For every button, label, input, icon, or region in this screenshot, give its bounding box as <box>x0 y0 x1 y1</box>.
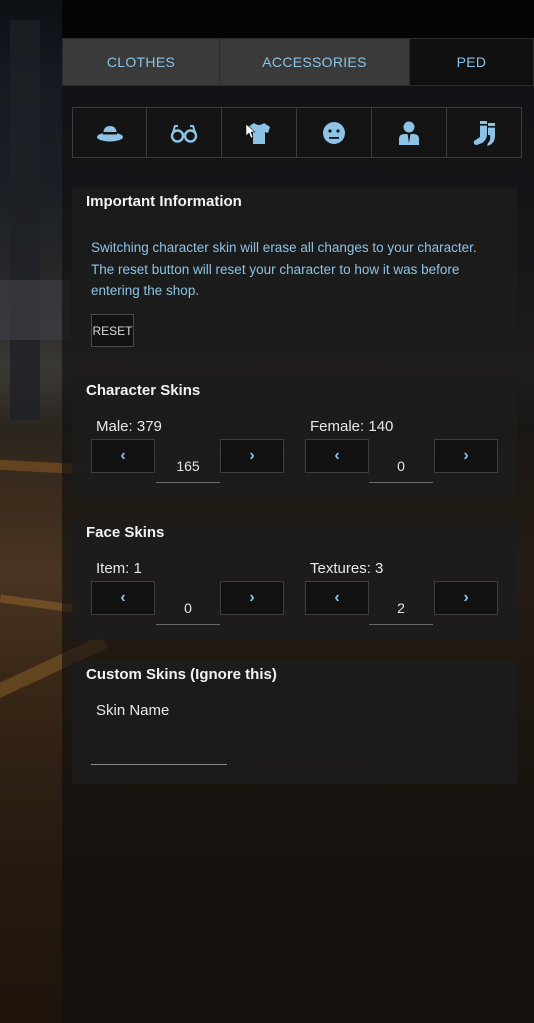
custom-skins-title: Custom Skins (Ignore this) <box>86 666 277 683</box>
item-next-button[interactable]: › <box>220 581 284 615</box>
tab-clothes[interactable]: CLOTHES <box>62 38 220 86</box>
textures-value: 2 <box>369 591 433 625</box>
male-value: 165 <box>156 449 220 483</box>
background-railing <box>0 280 70 340</box>
face-skins-section: Face Skins Item: 1 ‹ 0 › Textures: 3 ‹ 2… <box>72 519 517 640</box>
reset-button[interactable]: RESET <box>91 314 134 347</box>
male-label: Male: 379 <box>96 418 162 435</box>
hat-icon <box>96 125 123 141</box>
info-text: Switching character skin will erase all … <box>91 240 477 298</box>
skin-name-label: Skin Name <box>96 702 170 719</box>
info-section: Important Information Switching characte… <box>72 187 517 357</box>
female-prev-button[interactable]: ‹ <box>305 439 369 473</box>
shirt-button[interactable] <box>222 107 297 158</box>
character-skins-section: Character Skins Male: 379 ‹ 165 › Female… <box>72 377 517 498</box>
skin-name-input[interactable] <box>91 764 227 765</box>
shirt-icon <box>245 122 270 144</box>
panel-top-bar <box>62 0 534 38</box>
info-title: Important Information <box>86 193 242 210</box>
shop-tabs: CLOTHES ACCESSORIES PED <box>62 38 534 88</box>
item-prev-button[interactable]: ‹ <box>91 581 155 615</box>
tab-ped[interactable]: PED <box>410 38 534 86</box>
socks-button[interactable] <box>447 107 522 158</box>
face-button[interactable] <box>297 107 372 158</box>
female-label: Female: 140 <box>310 418 394 435</box>
face-skins-title: Face Skins <box>86 524 165 541</box>
textures-label: Textures: 3 <box>310 560 384 577</box>
background-post <box>10 20 40 420</box>
female-next-button[interactable]: › <box>434 439 498 473</box>
custom-skins-section: Custom Skins (Ignore this) Skin Name <box>72 661 517 784</box>
category-icon-bar <box>72 107 524 158</box>
item-value: 0 <box>156 591 220 625</box>
character-skins-title: Character Skins <box>86 382 201 399</box>
ped-button[interactable] <box>372 107 447 158</box>
male-prev-button[interactable]: ‹ <box>91 439 155 473</box>
item-label: Item: 1 <box>96 560 142 577</box>
shop-panel: CLOTHES ACCESSORIES PED Important Inform… <box>62 0 534 1023</box>
male-next-button[interactable]: › <box>220 439 284 473</box>
face-icon <box>323 121 345 144</box>
tab-accessories[interactable]: ACCESSORIES <box>220 38 410 86</box>
hat-button[interactable] <box>72 107 147 158</box>
glasses-icon <box>170 124 198 143</box>
textures-next-button[interactable]: › <box>434 581 498 615</box>
glasses-button[interactable] <box>147 107 222 158</box>
textures-prev-button[interactable]: ‹ <box>305 581 369 615</box>
ped-icon <box>399 121 419 145</box>
socks-icon <box>473 120 495 146</box>
female-value: 0 <box>369 449 433 483</box>
